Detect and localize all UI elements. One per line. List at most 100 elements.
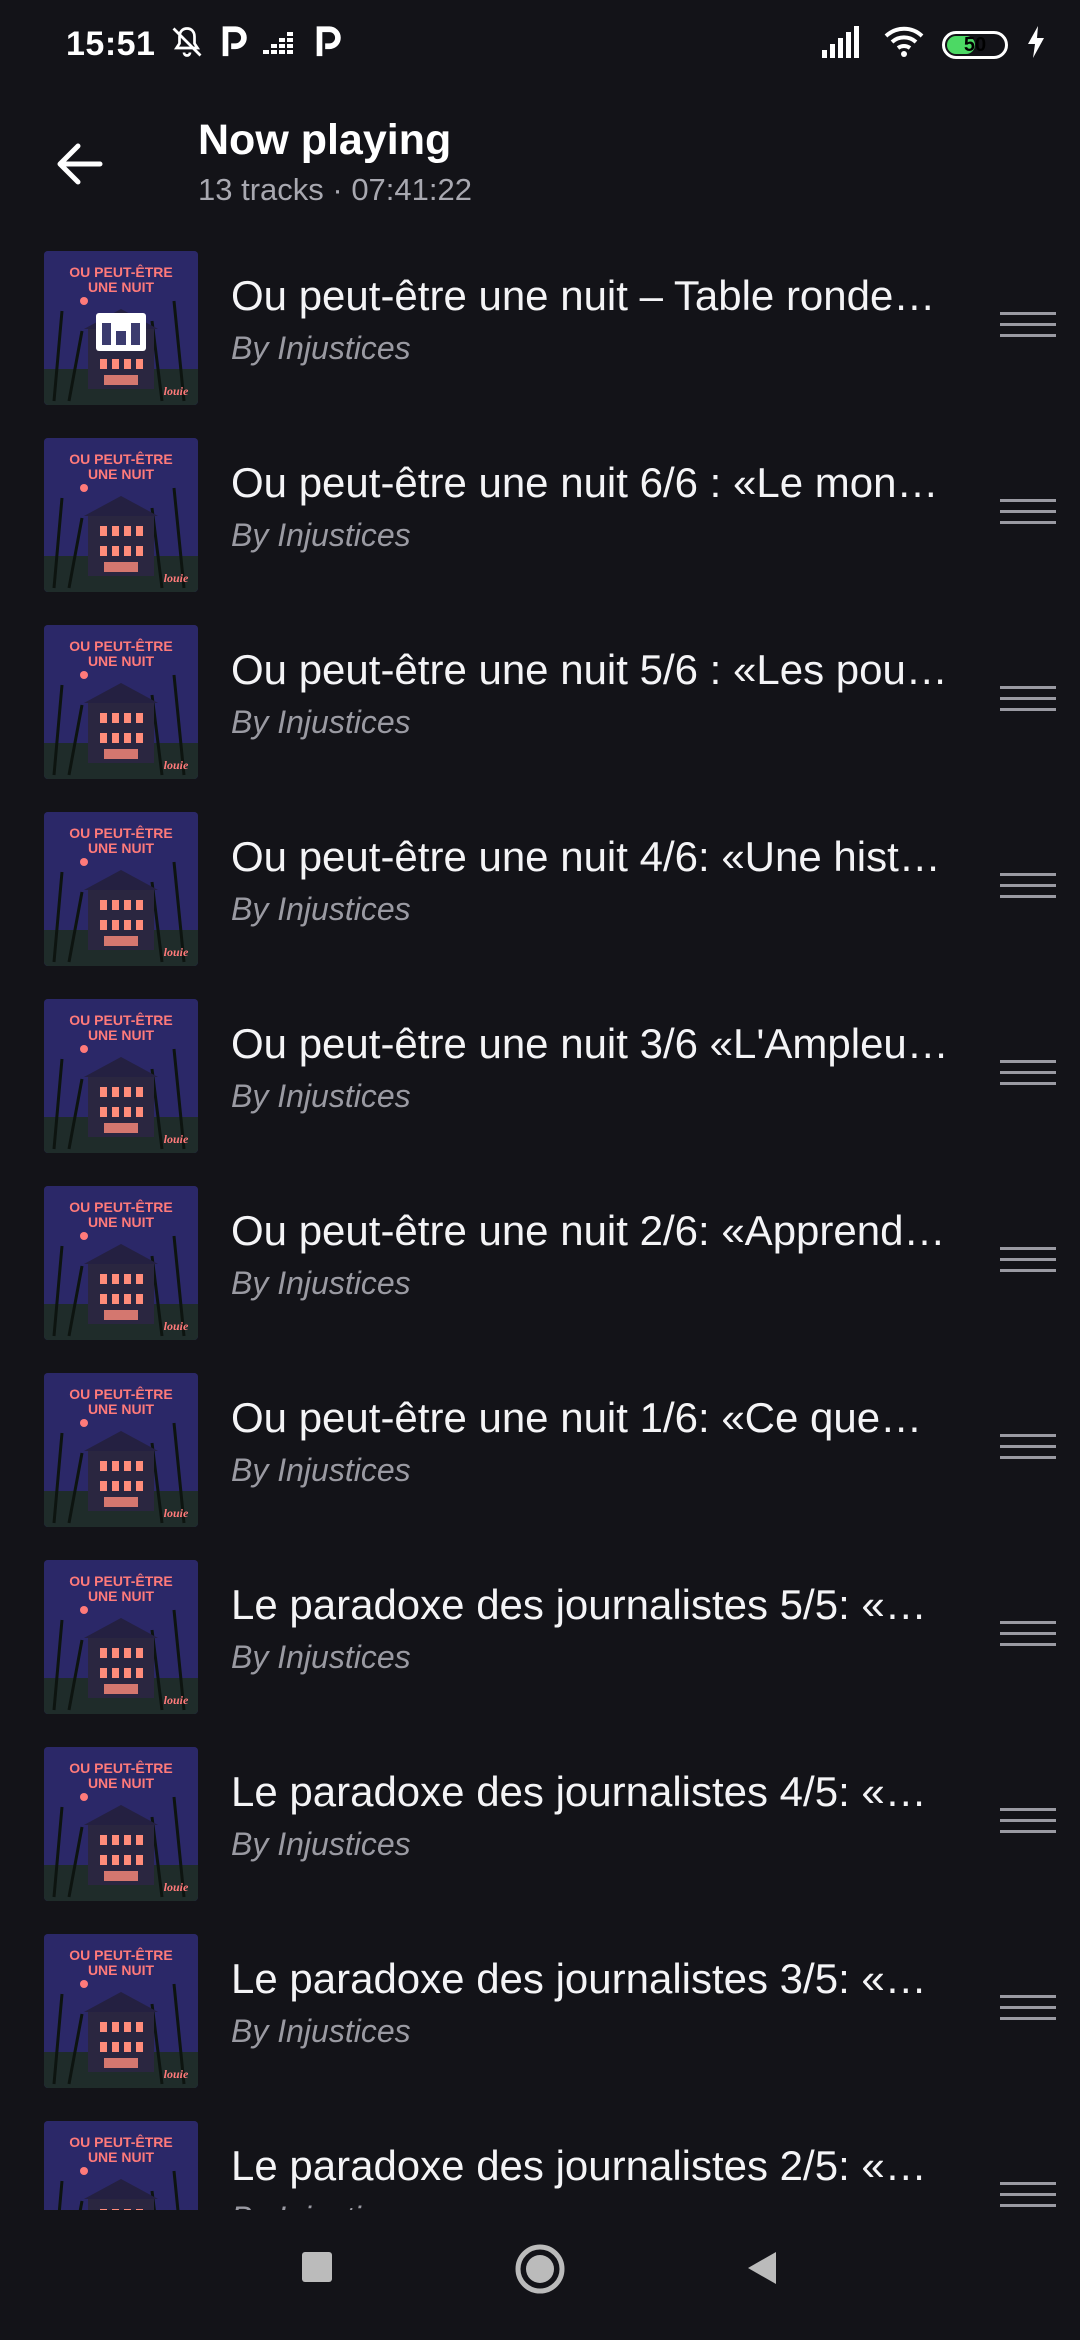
track-list[interactable]: OU PEUT-ÊTRE UNE NUIT louie Ou peut-être… <box>0 248 1080 2210</box>
back-nav-button[interactable] <box>742 2248 782 2293</box>
track-title: Le paradoxe des journalistes 2/5: «… <box>231 2142 927 2189</box>
track-row[interactable]: OU PEUT-ÊTRE UNE NUIT louie Ou peut-être… <box>0 1183 1080 1370</box>
navigation-bar <box>0 2210 1080 2340</box>
header: Now playing 13 tracks · 07:41:22 <box>0 96 1080 246</box>
track-artwork: OU PEUT-ÊTRE UNE NUIT louie <box>44 999 198 1153</box>
svg-text:louie: louie <box>164 1319 189 1333</box>
track-row[interactable]: OU PEUT-ÊTRE UNE NUIT louie Ou peut-être… <box>0 622 1080 809</box>
wifi-icon <box>884 26 924 63</box>
track-artist: By Injustices <box>231 1639 411 1675</box>
page-title: Now playing <box>198 116 452 164</box>
svg-text:louie: louie <box>164 1506 189 1520</box>
track-title: Ou peut-être une nuit 2/6: «Apprend… <box>231 1207 946 1254</box>
svg-text:louie: louie <box>164 1693 189 1707</box>
track-title: Le paradoxe des journalistes 4/5: «… <box>231 1768 927 1815</box>
svg-text:UNE NUIT: UNE NUIT <box>88 1401 155 1417</box>
svg-text:louie: louie <box>164 571 189 585</box>
svg-text:OU PEUT-ÊTRE: OU PEUT-ÊTRE <box>69 2133 172 2150</box>
svg-text:OU PEUT-ÊTRE: OU PEUT-ÊTRE <box>69 1946 172 1963</box>
track-row[interactable]: OU PEUT-ÊTRE UNE NUIT louie Le paradoxe … <box>0 1931 1080 2118</box>
track-artist: By Injustices <box>231 1078 411 1114</box>
track-artwork: OU PEUT-ÊTRE UNE NUIT louie <box>44 1934 198 2088</box>
recents-button[interactable] <box>298 2248 338 2293</box>
svg-text:UNE NUIT: UNE NUIT <box>88 840 155 856</box>
drag-handle-icon[interactable] <box>1000 873 1056 903</box>
svg-text:OU PEUT-ÊTRE: OU PEUT-ÊTRE <box>69 637 172 654</box>
svg-text:UNE NUIT: UNE NUIT <box>88 1588 155 1604</box>
drag-handle-icon[interactable] <box>1000 1060 1056 1090</box>
track-title: Le paradoxe des journalistes 5/5: «… <box>231 1581 927 1628</box>
svg-text:UNE NUIT: UNE NUIT <box>88 2149 155 2165</box>
drag-handle-icon[interactable] <box>1000 499 1056 529</box>
drag-handle-icon[interactable] <box>1000 312 1056 342</box>
track-artwork: OU PEUT-ÊTRE UNE NUIT louie <box>44 438 198 592</box>
drag-handle-icon[interactable] <box>1000 1434 1056 1464</box>
track-artwork: OU PEUT-ÊTRE UNE NUIT louie <box>44 2121 198 2210</box>
track-row[interactable]: OU PEUT-ÊTRE UNE NUIT louie Ou peut-être… <box>0 996 1080 1183</box>
svg-text:OU PEUT-ÊTRE: OU PEUT-ÊTRE <box>69 263 172 280</box>
arrow-left-icon <box>57 143 103 185</box>
track-row[interactable]: OU PEUT-ÊTRE UNE NUIT louie Ou peut-être… <box>0 809 1080 996</box>
track-artist: By Injustices <box>231 2200 411 2210</box>
svg-text:louie: louie <box>164 384 189 398</box>
track-artist: By Injustices <box>231 517 411 553</box>
track-row[interactable]: OU PEUT-ÊTRE UNE NUIT louie Le paradoxe … <box>0 2118 1080 2210</box>
drag-handle-icon[interactable] <box>1000 1621 1056 1651</box>
status-time: 15:51 <box>66 25 156 63</box>
status-bar: 15:51 50 <box>0 0 1080 96</box>
now-playing-icon <box>96 313 146 351</box>
track-row[interactable]: OU PEUT-ÊTRE UNE NUIT louie Ou peut-être… <box>0 248 1080 435</box>
track-title: Ou peut-être une nuit 6/6 : «Le mon… <box>231 459 939 506</box>
track-artist: By Injustices <box>231 891 411 927</box>
svg-text:UNE NUIT: UNE NUIT <box>88 1962 155 1978</box>
track-artist: By Injustices <box>231 1826 411 1862</box>
track-artwork: OU PEUT-ÊTRE UNE NUIT louie <box>44 1560 198 1714</box>
track-artwork: OU PEUT-ÊTRE UNE NUIT louie <box>44 625 198 779</box>
track-title: Ou peut-être une nuit – Table ronde… <box>231 272 936 319</box>
track-title: Ou peut-être une nuit 1/6: «Ce que… <box>231 1394 923 1441</box>
drag-handle-icon[interactable] <box>1000 2182 1056 2210</box>
track-artist: By Injustices <box>231 1452 411 1488</box>
track-artwork: OU PEUT-ÊTRE UNE NUIT louie <box>44 812 198 966</box>
drag-handle-icon[interactable] <box>1000 1995 1056 2025</box>
svg-text:louie: louie <box>164 758 189 772</box>
track-artist: By Injustices <box>231 2013 411 2049</box>
track-row[interactable]: OU PEUT-ÊTRE UNE NUIT louie Ou peut-être… <box>0 435 1080 622</box>
circle-icon <box>515 2244 565 2294</box>
svg-text:OU PEUT-ÊTRE: OU PEUT-ÊTRE <box>69 824 172 841</box>
battery-icon: 50 <box>942 30 1008 59</box>
track-artwork: OU PEUT-ÊTRE UNE NUIT louie <box>44 1186 198 1340</box>
svg-text:UNE NUIT: UNE NUIT <box>88 653 155 669</box>
signal-icon <box>822 26 866 63</box>
track-title: Ou peut-être une nuit 5/6 : «Les pou… <box>231 646 948 693</box>
track-row[interactable]: OU PEUT-ÊTRE UNE NUIT louie Le paradoxe … <box>0 1557 1080 1744</box>
drag-handle-icon[interactable] <box>1000 686 1056 716</box>
svg-text:UNE NUIT: UNE NUIT <box>88 466 155 482</box>
queue-summary: 13 tracks · 07:41:22 <box>198 172 472 207</box>
track-artwork: OU PEUT-ÊTRE UNE NUIT louie <box>44 1747 198 1901</box>
track-artwork: OU PEUT-ÊTRE UNE NUIT louie <box>44 1373 198 1527</box>
drag-handle-icon[interactable] <box>1000 1808 1056 1838</box>
triangle-back-icon <box>748 2252 776 2284</box>
track-artist: By Injustices <box>231 704 411 740</box>
svg-text:OU PEUT-ÊTRE: OU PEUT-ÊTRE <box>69 1572 172 1589</box>
home-button[interactable] <box>513 2242 567 2301</box>
track-title: Ou peut-être une nuit 4/6: «Une hist… <box>231 833 941 880</box>
p-app-icon <box>313 25 343 64</box>
track-title: Le paradoxe des journalistes 3/5: «… <box>231 1955 927 2002</box>
drag-handle-icon[interactable] <box>1000 1247 1056 1277</box>
svg-text:louie: louie <box>164 1880 189 1894</box>
svg-text:OU PEUT-ÊTRE: OU PEUT-ÊTRE <box>69 1011 172 1028</box>
track-row[interactable]: OU PEUT-ÊTRE UNE NUIT louie Ou peut-être… <box>0 1370 1080 1557</box>
bell-off-icon <box>169 24 205 65</box>
square-icon <box>302 2252 332 2282</box>
svg-text:UNE NUIT: UNE NUIT <box>88 1775 155 1791</box>
track-artwork: OU PEUT-ÊTRE UNE NUIT louie <box>44 251 198 405</box>
svg-text:UNE NUIT: UNE NUIT <box>88 279 155 295</box>
svg-text:louie: louie <box>164 945 189 959</box>
back-button[interactable] <box>48 132 112 196</box>
track-title: Ou peut-être une nuit 3/6 «L'Ampleur… <box>231 1020 961 1067</box>
track-row[interactable]: OU PEUT-ÊTRE UNE NUIT louie Le paradoxe … <box>0 1744 1080 1931</box>
svg-text:louie: louie <box>164 2067 189 2081</box>
track-artist: By Injustices <box>231 1265 411 1301</box>
